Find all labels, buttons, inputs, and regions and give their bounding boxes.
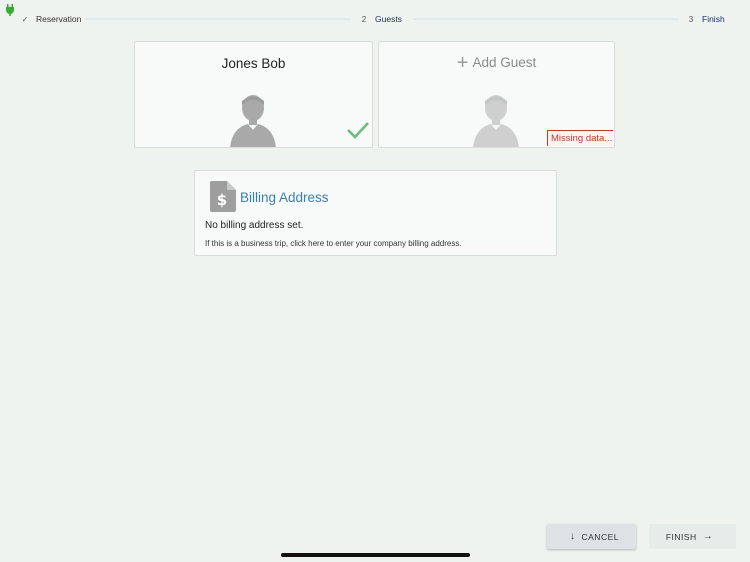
person-avatar-icon — [230, 95, 276, 147]
step-complete-check-icon: ✓ — [21, 14, 29, 24]
guest-name: Jones Bob — [221, 56, 286, 71]
step-label: Reservation — [36, 14, 82, 24]
step-reservation[interactable]: ✓ Reservation — [18, 12, 82, 26]
person-placeholder-icon — [473, 95, 519, 147]
finish-button[interactable]: FINISH → — [649, 524, 736, 549]
check-icon — [347, 122, 369, 139]
add-guest-label: Add Guest — [472, 55, 537, 70]
svg-text:$: $ — [217, 191, 227, 209]
step-number: 2 — [361, 14, 367, 24]
finish-label: FINISH — [665, 531, 697, 542]
step-label: Guests — [375, 14, 402, 24]
missing-data-warning: Missing data... — [547, 130, 613, 146]
dollar-document-icon: $ — [210, 181, 236, 212]
cancel-button[interactable]: ↓ CANCEL — [547, 524, 636, 549]
step-finish[interactable]: 3 Finish — [684, 12, 725, 26]
home-indicator[interactable] — [281, 553, 470, 557]
arrow-right-icon: → — [702, 531, 714, 542]
add-guest-card[interactable]: + Add Guest Missing data... — [378, 41, 615, 148]
step-guests[interactable]: 2 Guests — [357, 12, 402, 26]
billing-address-card[interactable]: $ Billing Address No billing address set… — [194, 170, 557, 256]
step-label: Finish — [702, 14, 725, 24]
progress-stepper: ✓ Reservation 2 Guests 3 Finish — [0, 0, 750, 36]
arrow-down-icon: ↓ — [570, 531, 576, 542]
cancel-label: CANCEL — [581, 531, 619, 542]
step-connector — [85, 18, 351, 20]
plus-icon: + — [456, 51, 469, 74]
billing-empty-text: No billing address set. — [205, 220, 304, 231]
billing-title: Billing Address — [240, 190, 329, 205]
add-guest-button[interactable]: + Add Guest — [379, 51, 614, 74]
step-number: 3 — [688, 14, 694, 24]
step-connector — [413, 18, 679, 20]
guest-card[interactable]: Jones Bob — [134, 41, 373, 148]
billing-hint-link[interactable]: If this is a business trip, click here t… — [205, 239, 462, 248]
